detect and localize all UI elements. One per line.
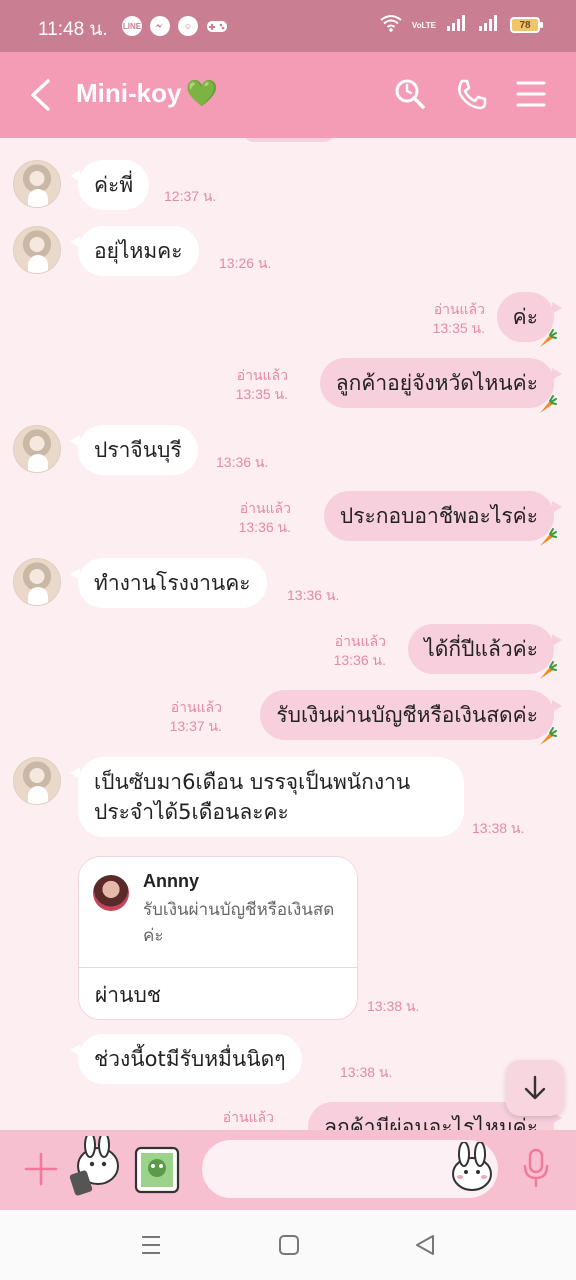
scroll-down-button[interactable] bbox=[506, 1060, 564, 1116]
message-time: 13:26 น. bbox=[219, 255, 272, 271]
green-heart-emoji: 💚 bbox=[185, 78, 218, 108]
message-out[interactable]: รับเงินผ่านบัญชีหรือเงินสดค่ะ bbox=[260, 690, 562, 745]
carrot-icon bbox=[540, 528, 557, 546]
chat-header: Mini-koy 💚 bbox=[0, 52, 576, 138]
message-read-meta: อ่านแล้ว 13:35 น. bbox=[235, 367, 288, 402]
phone-icon[interactable] bbox=[456, 78, 488, 114]
plus-icon[interactable] bbox=[24, 1152, 58, 1190]
avatar[interactable] bbox=[13, 160, 61, 208]
carrot-icon bbox=[540, 661, 557, 679]
message-read-meta: อ่านแล้ว 13:37 น. bbox=[169, 699, 222, 734]
message-time: 13:38 น. bbox=[340, 1064, 393, 1080]
notification-icons: LINE ☺ bbox=[122, 16, 228, 40]
reply-message[interactable]: Annny รับเงินผ่านบัญชีหรือเงินสดค่ะ ผ่าน… bbox=[78, 856, 358, 1020]
message-in[interactable]: ทำงานโรงงานคะ bbox=[70, 558, 267, 608]
message-in[interactable]: เป็นซับมา6เดือน บรรจุเป็นพนักงาน ประจำได… bbox=[70, 757, 464, 837]
message-out[interactable]: ได้กี่ปีแล้วค่ะ bbox=[408, 624, 562, 679]
message-input-bar bbox=[0, 1130, 576, 1210]
signal-icon-2 bbox=[478, 14, 500, 36]
message-out[interactable]: ค่ะ bbox=[496, 292, 563, 347]
message-time: 13:38 น. bbox=[367, 998, 420, 1014]
message-time: 13:36 น. bbox=[287, 587, 340, 603]
avatar[interactable] bbox=[13, 425, 61, 473]
sticker-icon[interactable] bbox=[68, 1132, 124, 1200]
messenger-icon bbox=[150, 16, 170, 36]
menu-icon[interactable] bbox=[516, 78, 546, 114]
carrot-icon bbox=[540, 727, 557, 745]
wifi-icon bbox=[380, 14, 402, 36]
carrot-icon bbox=[540, 395, 557, 413]
reply-text: ผ่านบช bbox=[95, 983, 162, 1007]
back-icon[interactable] bbox=[28, 78, 52, 116]
message-in[interactable]: อยุ่ไหมคะ bbox=[70, 226, 199, 276]
status-time: 11:48 น. bbox=[38, 19, 108, 40]
message-read-meta: อ่านแล้ว bbox=[222, 1109, 274, 1125]
message-time: 13:36 น. bbox=[216, 454, 269, 470]
signal-icon bbox=[446, 14, 468, 36]
line-icon: LINE bbox=[122, 16, 142, 36]
battery-icon: 78 bbox=[510, 17, 543, 33]
message-time: 13:38 น. bbox=[472, 820, 525, 836]
chat-title[interactable]: Mini-koy 💚 bbox=[76, 78, 218, 109]
message-in[interactable]: ช่วงนี้otมีรับหมื่นนิดๆ bbox=[70, 1034, 302, 1084]
message-read-meta: อ่านแล้ว 13:36 น. bbox=[333, 633, 386, 668]
gamepad-icon bbox=[206, 16, 228, 40]
message-in[interactable]: ปราจีนบุรี bbox=[70, 425, 198, 475]
carrot-icon bbox=[540, 329, 557, 347]
avatar[interactable] bbox=[13, 558, 61, 606]
divider bbox=[79, 967, 357, 968]
mic-icon[interactable] bbox=[522, 1148, 550, 1192]
message-out[interactable]: ลูกค้าอยู่จังหวัดไหนค่ะ bbox=[319, 358, 563, 413]
home-icon[interactable] bbox=[278, 1234, 300, 1260]
system-nav-bar bbox=[0, 1210, 576, 1280]
arrow-down-icon bbox=[524, 1075, 546, 1100]
status-bar: 11:48 น. LINE ☺ VoLTE 78 bbox=[0, 0, 576, 52]
reply-quote[interactable]: รับเงินผ่านบัญชีหรือเงินสดค่ะ bbox=[143, 897, 343, 949]
photo-icon[interactable] bbox=[134, 1146, 180, 1198]
back-nav-icon[interactable] bbox=[414, 1234, 436, 1260]
previous-bubble-fragment bbox=[244, 138, 334, 142]
message-read-meta: อ่านแล้ว 13:35 น. bbox=[432, 301, 485, 336]
message-time: 12:37 น. bbox=[164, 188, 217, 204]
volte-label: VoLTE bbox=[411, 20, 436, 30]
avatar[interactable] bbox=[13, 757, 61, 805]
message-out[interactable]: ประกอบอาชีพอะไรค่ะ bbox=[323, 491, 563, 546]
message-in[interactable]: ค่ะพี่ bbox=[69, 160, 150, 210]
emoji-icon[interactable] bbox=[448, 1141, 496, 1196]
message-read-meta: อ่านแล้ว 13:36 น. bbox=[238, 500, 291, 535]
avatar[interactable] bbox=[13, 226, 61, 274]
search-icon[interactable] bbox=[394, 78, 426, 114]
reply-avatar bbox=[93, 875, 129, 911]
reply-sender-name: Annny bbox=[143, 871, 199, 891]
recents-icon[interactable] bbox=[140, 1234, 162, 1260]
chat-area[interactable]: ค่ะพี่ 12:37 น. อยุ่ไหมคะ 13:26 น. อ่านแ… bbox=[0, 138, 576, 1130]
bot-icon: ☺ bbox=[178, 16, 198, 36]
system-indicators: VoLTE 78 bbox=[380, 14, 543, 36]
contact-name: Mini-koy bbox=[76, 78, 182, 108]
